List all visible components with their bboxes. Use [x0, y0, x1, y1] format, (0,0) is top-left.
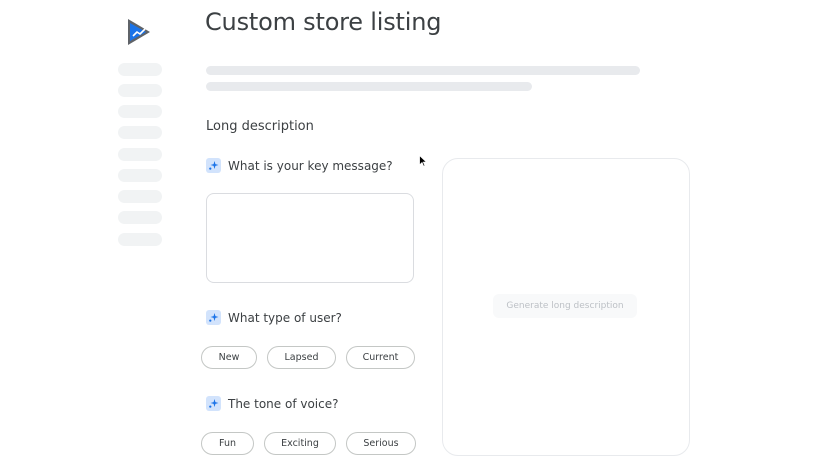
sidebar-item[interactable] [118, 211, 162, 224]
chip-current[interactable]: Current [346, 346, 415, 369]
sparkle-icon [206, 396, 221, 411]
placeholder-line [206, 82, 532, 91]
sparkle-icon [206, 310, 221, 325]
sidebar-item[interactable] [118, 63, 162, 76]
mouse-cursor-icon [419, 155, 427, 167]
chip-new[interactable]: New [201, 346, 257, 369]
page-title: Custom store listing [205, 8, 442, 36]
question-label: What is your key message? [228, 158, 393, 173]
question-tone: The tone of voice? [206, 396, 339, 411]
chip-exciting[interactable]: Exciting [264, 432, 336, 455]
question-label: What type of user? [228, 310, 342, 325]
sidebar-item[interactable] [118, 105, 162, 118]
chip-serious[interactable]: Serious [346, 432, 416, 455]
sidebar-item[interactable] [118, 233, 162, 246]
key-message-input[interactable] [206, 193, 414, 283]
sidebar-item[interactable] [118, 190, 162, 203]
question-key-message: What is your key message? [206, 158, 393, 173]
generate-long-description-button[interactable]: Generate long description [493, 294, 637, 318]
sidebar-item[interactable] [118, 84, 162, 97]
sidebar-item[interactable] [118, 126, 162, 139]
placeholder-line [206, 66, 640, 75]
chip-fun[interactable]: Fun [201, 432, 254, 455]
question-label: The tone of voice? [228, 396, 339, 411]
sparkle-icon [206, 158, 221, 173]
question-user-type: What type of user? [206, 310, 342, 325]
chip-lapsed[interactable]: Lapsed [267, 346, 336, 369]
sidebar-item[interactable] [118, 148, 162, 161]
play-console-logo[interactable] [126, 18, 152, 46]
section-title: Long description [206, 119, 314, 134]
sidebar-item[interactable] [118, 169, 162, 182]
play-console-icon [128, 19, 150, 45]
